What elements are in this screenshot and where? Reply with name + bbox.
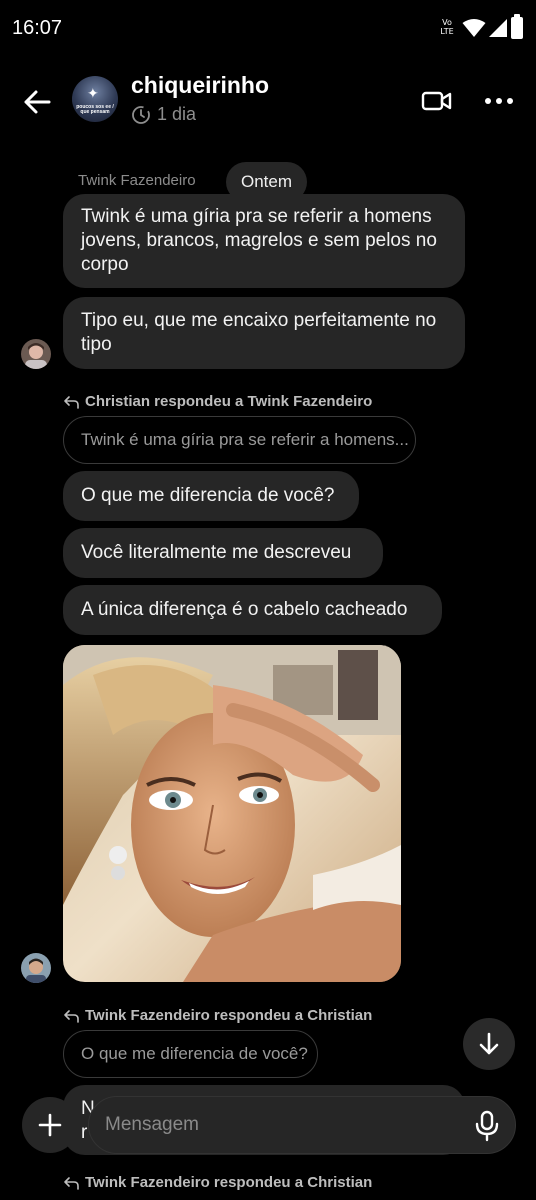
- group-avatar-text: poucos sos ee / que pensam: [76, 104, 114, 115]
- message-bubble[interactable]: Tipo eu, que me encaixo perfeitamente no…: [63, 297, 465, 369]
- sender-name: Twink Fazendeiro: [78, 172, 196, 189]
- shared-photo[interactable]: [63, 645, 401, 982]
- volte-icon: Vo LTE: [440, 18, 454, 36]
- battery-icon: [511, 14, 523, 39]
- scroll-to-bottom-button[interactable]: [463, 1018, 515, 1070]
- vanish-duration: 1 dia: [157, 104, 197, 124]
- reply-label: Twink Fazendeiro respondeu a Christian: [63, 1174, 372, 1191]
- reply-label: Christian respondeu a Twink Fazendeiro: [63, 393, 372, 410]
- avatar[interactable]: [21, 953, 51, 983]
- message-input[interactable]: Mensagem: [88, 1096, 516, 1154]
- user-avatar-image: [21, 339, 51, 369]
- message-text: A única diferença é o cabelo cacheado: [81, 599, 408, 620]
- chat-subtitle: 1 dia: [131, 104, 196, 125]
- quoted-message[interactable]: O que me diferencia de você?: [63, 1030, 318, 1078]
- reply-arrow-icon: [64, 1176, 79, 1190]
- more-dots-icon: [485, 98, 513, 104]
- message-bubble[interactable]: Twink é uma gíria pra se referir a homen…: [63, 194, 465, 288]
- message-text: Twink é uma gíria pra se referir a homen…: [81, 206, 437, 275]
- reply-arrow-icon: [64, 395, 79, 409]
- photo-image: [63, 645, 401, 982]
- video-camera-icon: [421, 91, 452, 111]
- back-button[interactable]: [18, 82, 58, 122]
- arrow-down-icon: [479, 1032, 499, 1055]
- reply-label: Twink Fazendeiro respondeu a Christian: [63, 1007, 372, 1024]
- more-options-button[interactable]: [480, 84, 518, 118]
- message-input-placeholder: Mensagem: [105, 1114, 199, 1135]
- clock-icon: [132, 105, 150, 124]
- microphone-icon[interactable]: [473, 1110, 501, 1142]
- message-bubble[interactable]: Você literalmente me descreveu: [63, 528, 383, 578]
- reply-arrow-icon: [64, 1009, 79, 1023]
- message-text: Você literalmente me descreveu: [81, 542, 352, 563]
- status-time: 16:07: [12, 17, 63, 39]
- add-attachment-button[interactable]: [22, 1097, 78, 1153]
- signal-icon: [489, 19, 507, 37]
- user-avatar-image: [21, 953, 51, 983]
- status-bar: 16:07 Vo LTE: [0, 0, 536, 60]
- quoted-message[interactable]: Twink é uma gíria pra se referir a homen…: [63, 416, 416, 464]
- message-text: O que me diferencia de você?: [81, 485, 335, 506]
- avatar[interactable]: [21, 339, 51, 369]
- message-bubble[interactable]: O que me diferencia de você?: [63, 471, 359, 521]
- plus-icon: [38, 1113, 62, 1137]
- chat-title[interactable]: chiqueirinho: [131, 72, 269, 99]
- arrow-left-icon: [24, 90, 51, 114]
- wifi-icon: [462, 19, 486, 37]
- message-text: Tipo eu, que me encaixo perfeitamente no…: [81, 310, 437, 355]
- message-bubble[interactable]: A única diferença é o cabelo cacheado: [63, 585, 442, 635]
- video-call-button[interactable]: [420, 84, 454, 118]
- chat-header: ✦ poucos sos ee / que pensam chiqueirinh…: [0, 62, 536, 142]
- bird-logo-icon: ✦: [87, 85, 99, 101]
- group-avatar[interactable]: ✦ poucos sos ee / que pensam: [72, 76, 118, 122]
